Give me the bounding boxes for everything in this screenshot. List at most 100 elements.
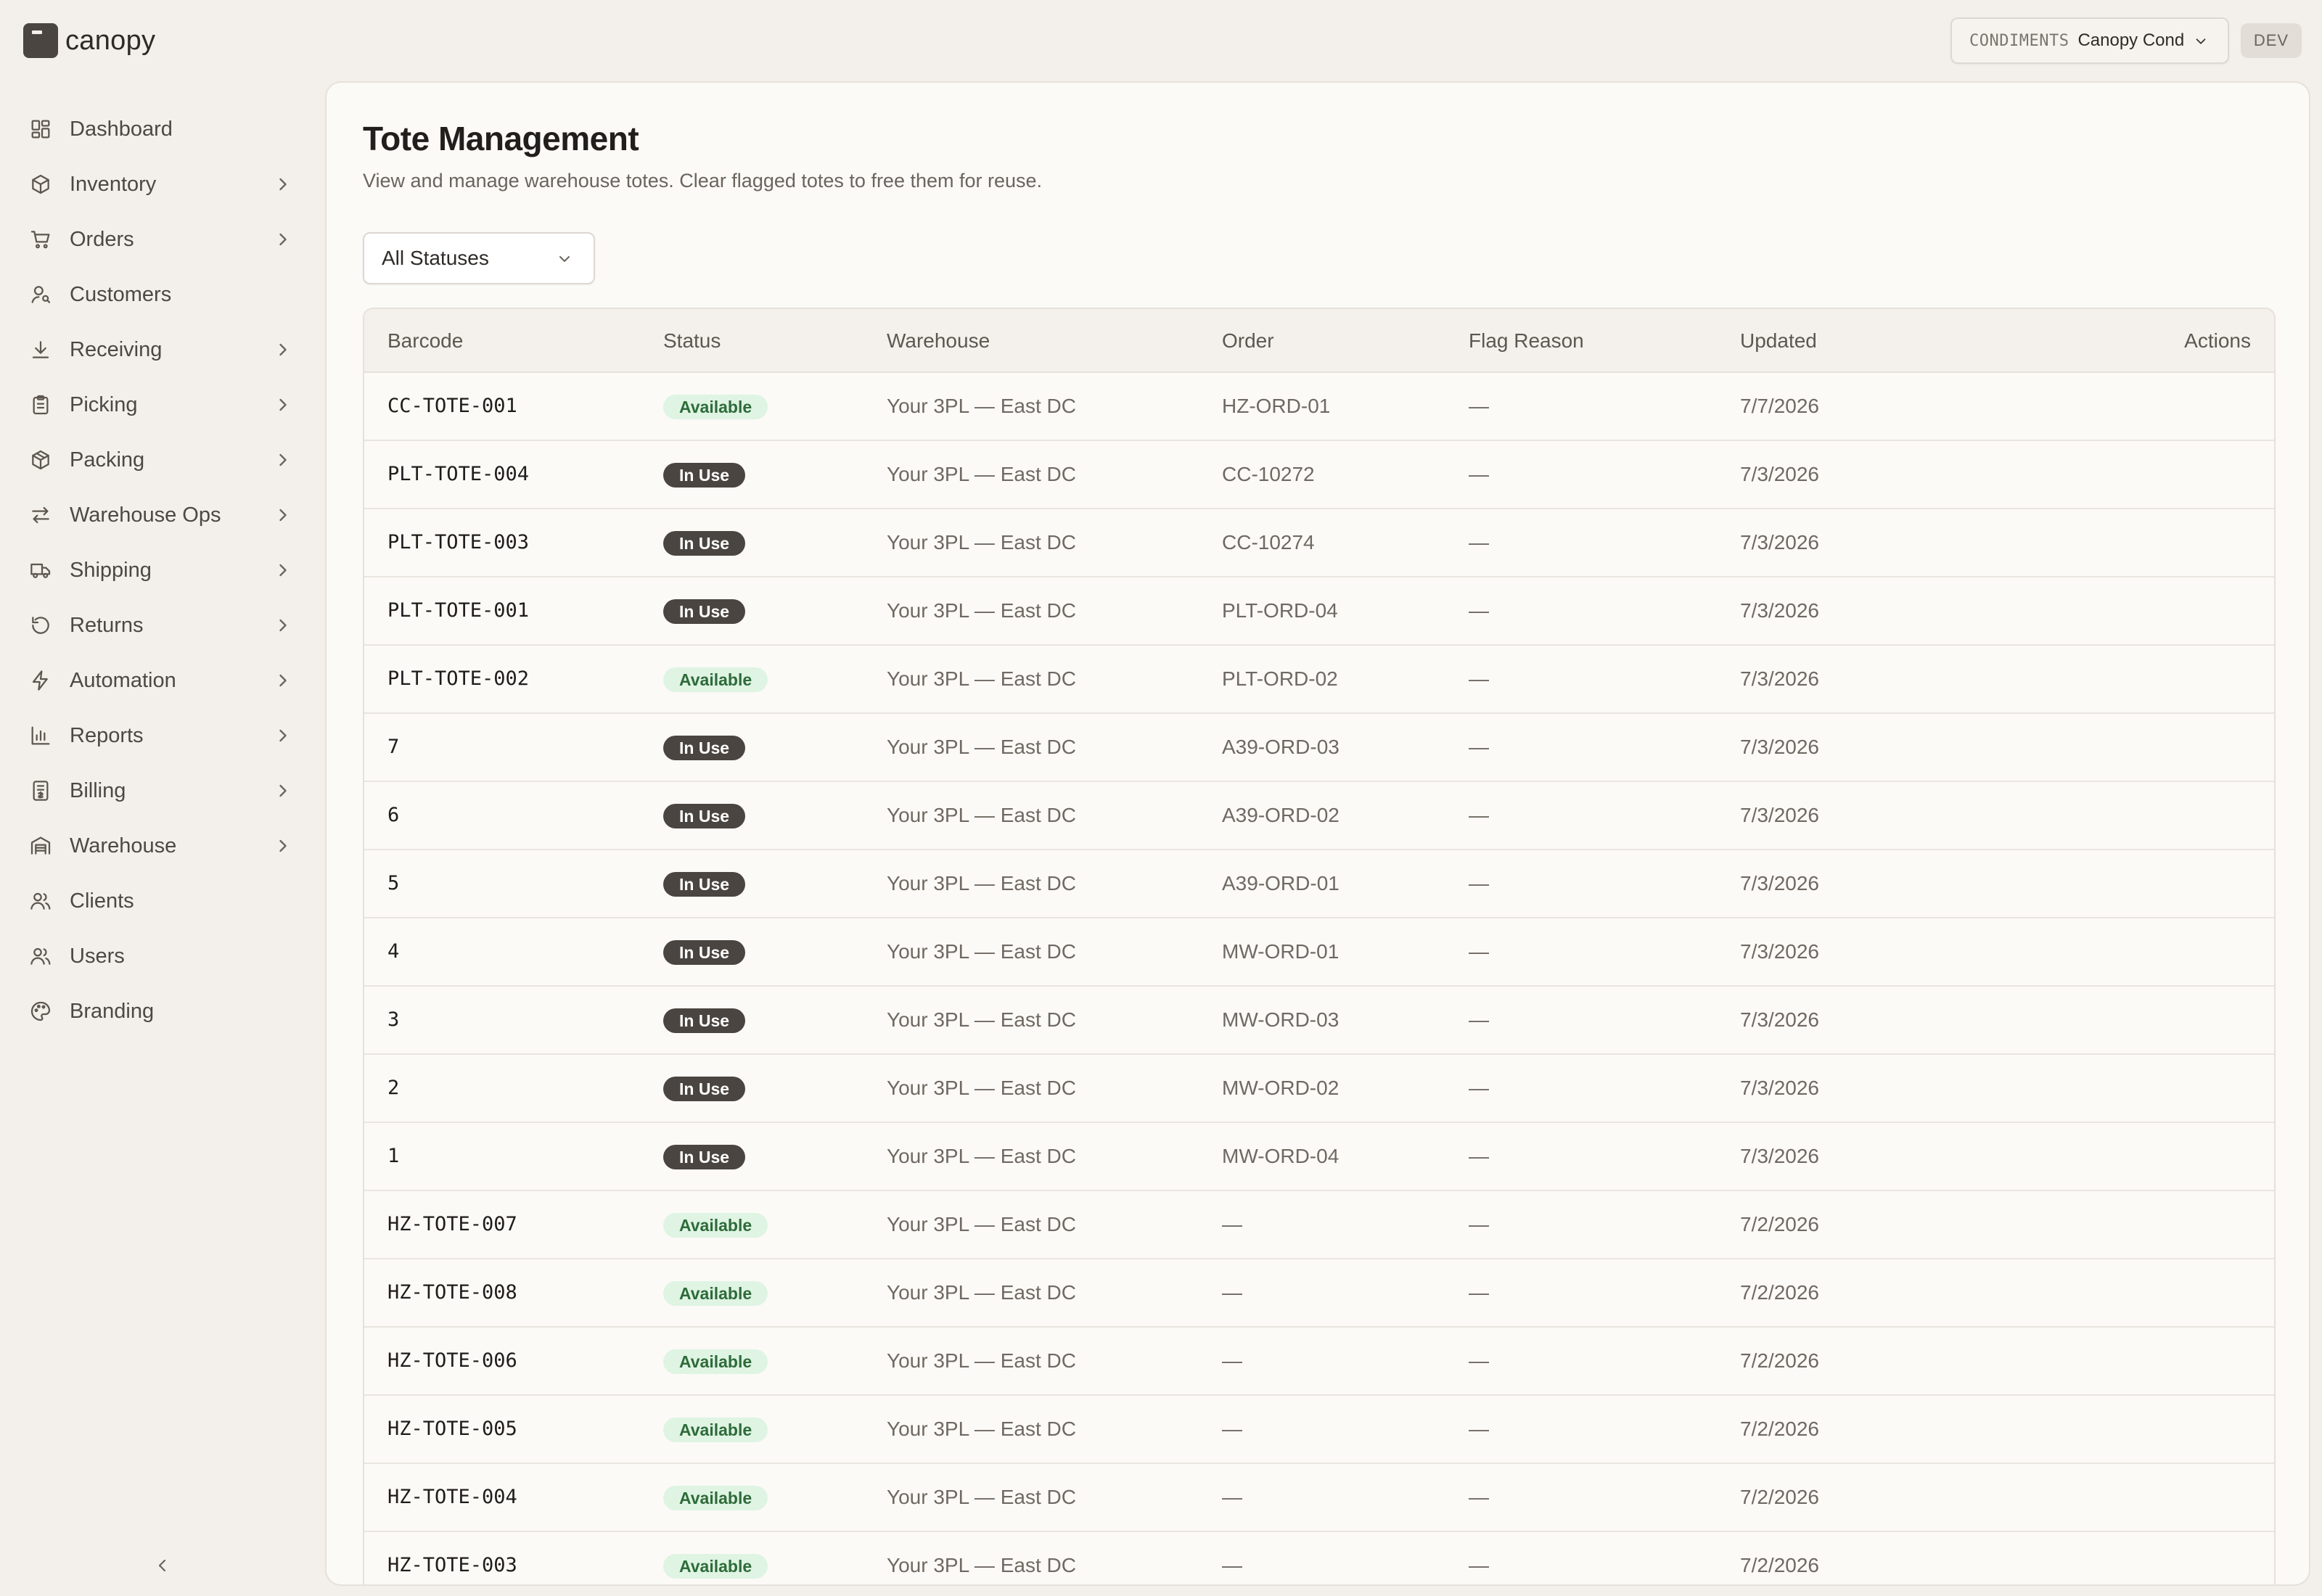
column-header-barcode[interactable]: Barcode	[387, 309, 463, 373]
table-row[interactable]: HZ-TOTE-004 Available Your 3PL — East DC — —…	[364, 1464, 2274, 1532]
tote-updated: 7/3/2026	[1740, 1077, 1819, 1099]
status-badge: In Use	[663, 872, 746, 897]
sidebar-item-warehouse[interactable]: Warehouse	[0, 818, 325, 873]
tote-barcode: 2	[387, 1077, 400, 1099]
tote-order: MW-ORD-01	[1222, 940, 1340, 963]
tote-flag-reason: —	[1469, 599, 1489, 622]
table-row[interactable]: PLT-TOTE-004 In Use Your 3PL — East DC CC-1…	[364, 441, 2274, 509]
tote-updated: 7/3/2026	[1740, 804, 1819, 826]
tote-flag-reason: —	[1469, 1554, 1489, 1576]
sidebar-item-automation[interactable]: Automation	[0, 653, 325, 708]
status-badge: Available	[663, 1349, 768, 1374]
tote-updated: 7/3/2026	[1740, 463, 1819, 485]
tote-updated: 7/3/2026	[1740, 667, 1819, 690]
sidebar-item-warehouse-ops[interactable]: Warehouse Ops	[0, 488, 325, 543]
rotate-icon	[29, 614, 52, 637]
column-header-order[interactable]: Order	[1222, 309, 1274, 373]
table-row[interactable]: 5 In Use Your 3PL — East DC A39-ORD-01 — 7/3/…	[364, 850, 2274, 918]
tote-flag-reason: —	[1469, 1349, 1489, 1372]
users-icon	[29, 889, 52, 913]
table-row[interactable]: HZ-TOTE-006 Available Your 3PL — East DC — —…	[364, 1328, 2274, 1396]
tote-barcode: PLT-TOTE-001	[387, 599, 530, 622]
arrows-icon	[29, 503, 52, 527]
sidebar-item-label: Orders	[70, 227, 134, 251]
tote-warehouse: Your 3PL — East DC	[887, 1349, 1076, 1372]
table-row[interactable]: 2 In Use Your 3PL — East DC MW-ORD-02 — 7/3/2…	[364, 1055, 2274, 1123]
tote-order: MW-ORD-04	[1222, 1145, 1340, 1167]
sidebar-item-reports[interactable]: Reports	[0, 708, 325, 763]
table-row[interactable]: 7 In Use Your 3PL — East DC A39-ORD-03 — 7/3/…	[364, 714, 2274, 782]
cart-icon	[29, 228, 52, 251]
status-badge: In Use	[663, 1145, 746, 1169]
table-row[interactable]: 3 In Use Your 3PL — East DC MW-ORD-03 — 7/3/2…	[364, 987, 2274, 1055]
table-row[interactable]: 1 In Use Your 3PL — East DC MW-ORD-04 — 7/3/2…	[364, 1123, 2274, 1191]
chevron-right-icon	[279, 233, 287, 246]
column-header-updated[interactable]: Updated	[1740, 309, 1817, 373]
sidebar-item-billing[interactable]: Billing	[0, 763, 325, 818]
table-row[interactable]: PLT-TOTE-002 Available Your 3PL — East DC P…	[364, 646, 2274, 714]
status-badge: Available	[663, 1418, 768, 1442]
tote-updated: 7/2/2026	[1740, 1349, 1819, 1372]
column-header-warehouse[interactable]: Warehouse	[887, 309, 990, 373]
status-badge: Available	[663, 1486, 768, 1510]
sidebar-item-label: Receiving	[70, 337, 163, 361]
chevron-right-icon	[279, 453, 287, 466]
page-subtitle: View and manage warehouse totes. Clear f…	[363, 170, 1043, 192]
tote-order: A39-ORD-01	[1222, 872, 1340, 894]
table-row[interactable]: HZ-TOTE-007 Available Your 3PL — East DC — —…	[364, 1191, 2274, 1259]
sidebar-item-clients[interactable]: Clients	[0, 873, 325, 929]
user-search-icon	[29, 283, 52, 306]
status-badge: In Use	[663, 599, 746, 624]
tote-warehouse: Your 3PL — East DC	[887, 463, 1076, 485]
tote-barcode: CC-TOTE-001	[387, 395, 517, 417]
org-switcher-name: Canopy Cond	[2077, 30, 2185, 50]
org-switcher[interactable]: CONDIMENTS Canopy Cond	[1950, 17, 2229, 64]
tote-flag-reason: —	[1469, 736, 1489, 758]
chevron-right-icon	[279, 729, 287, 742]
sidebar-item-picking[interactable]: Picking	[0, 377, 325, 432]
tote-flag-reason: —	[1469, 667, 1489, 690]
column-header-flag-reason[interactable]: Flag Reason	[1469, 309, 1584, 373]
collapse-sidebar-button[interactable]	[149, 1552, 176, 1579]
table-row[interactable]: PLT-TOTE-001 In Use Your 3PL — East DC PLT-…	[364, 577, 2274, 646]
sidebar-item-label: Picking	[70, 392, 138, 416]
status-badge: In Use	[663, 940, 746, 965]
sidebar-item-receiving[interactable]: Receiving	[0, 322, 325, 377]
tote-order: MW-ORD-03	[1222, 1008, 1340, 1031]
tote-flag-reason: —	[1469, 1486, 1489, 1508]
sidebar-item-dashboard[interactable]: Dashboard	[0, 102, 325, 157]
table-row[interactable]: HZ-TOTE-008 Available Your 3PL — East DC — —…	[364, 1259, 2274, 1328]
column-header-status[interactable]: Status	[663, 309, 721, 373]
chevron-right-icon	[279, 343, 287, 356]
sidebar-item-returns[interactable]: Returns	[0, 598, 325, 653]
status-filter-select[interactable]: All Statuses	[363, 232, 595, 284]
tote-barcode: 7	[387, 736, 400, 758]
table-row[interactable]: HZ-TOTE-005 Available Your 3PL — East DC — —…	[364, 1396, 2274, 1464]
tote-flag-reason: —	[1469, 1213, 1489, 1235]
tote-updated: 7/3/2026	[1740, 1145, 1819, 1167]
chevron-right-icon	[279, 564, 287, 577]
sidebar-item-label: Warehouse Ops	[70, 503, 221, 527]
sidebar-item-label: Billing	[70, 778, 126, 802]
table-row[interactable]: 4 In Use Your 3PL — East DC MW-ORD-01 — 7/3/2…	[364, 918, 2274, 987]
sidebar-item-customers[interactable]: Customers	[0, 267, 325, 322]
tote-order: —	[1222, 1281, 1242, 1304]
sidebar-item-label: Clients	[70, 889, 134, 913]
sidebar-item-branding[interactable]: Branding	[0, 984, 325, 1039]
table-row[interactable]: CC-TOTE-001 Available Your 3PL — East DC HZ…	[364, 373, 2274, 441]
status-badge: Available	[663, 1213, 768, 1238]
sidebar-item-label: Packing	[70, 448, 145, 472]
table-row[interactable]: PLT-TOTE-003 In Use Your 3PL — East DC CC-1…	[364, 509, 2274, 577]
sidebar-item-orders[interactable]: Orders	[0, 212, 325, 267]
tote-flag-reason: —	[1469, 463, 1489, 485]
sidebar-item-users[interactable]: Users	[0, 929, 325, 984]
brand[interactable]: canopy	[23, 22, 155, 59]
table-row[interactable]: 6 In Use Your 3PL — East DC A39-ORD-02 — 7/3/…	[364, 782, 2274, 850]
sidebar-item-packing[interactable]: Packing	[0, 432, 325, 488]
chevron-down-icon	[2196, 38, 2206, 44]
table-row[interactable]: HZ-TOTE-003 Available Your 3PL — East DC — —…	[364, 1532, 2274, 1584]
sidebar-item-shipping[interactable]: Shipping	[0, 543, 325, 598]
sidebar-item-label: Reports	[70, 723, 144, 747]
sidebar-item-inventory[interactable]: Inventory	[0, 157, 325, 212]
tote-updated: 7/2/2026	[1740, 1281, 1819, 1304]
